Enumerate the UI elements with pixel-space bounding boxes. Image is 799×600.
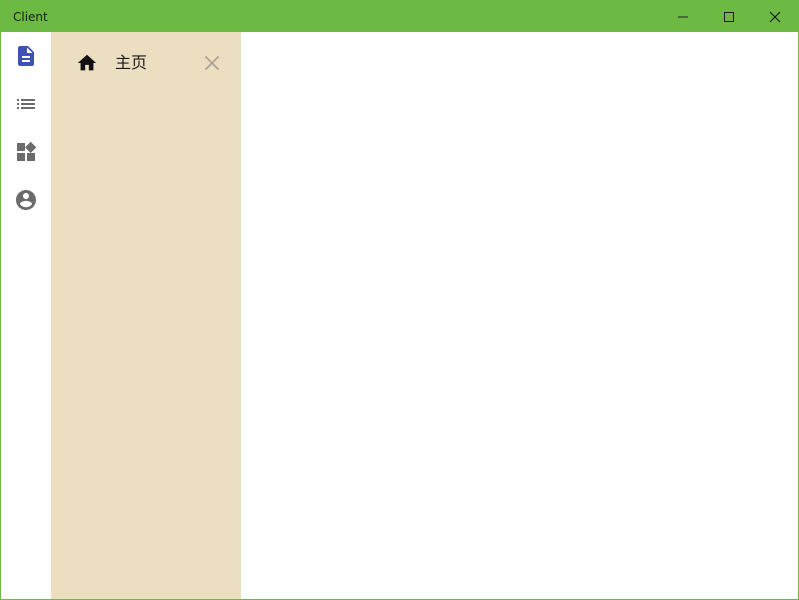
nav-item-widgets[interactable] [1,128,51,176]
title-bar[interactable]: Client [1,1,798,32]
close-icon [769,11,781,22]
list-icon [17,99,35,109]
drawer-item-home[interactable]: 主页 [51,32,241,94]
nav-item-list[interactable] [1,80,51,128]
window-title: Client [13,10,48,24]
minimize-button[interactable] [660,1,706,32]
document-icon [18,46,34,66]
maximize-button[interactable] [706,1,752,32]
close-tab-icon[interactable] [202,53,222,73]
app-window: Client 主页 [0,0,799,600]
maximize-icon [724,11,734,22]
main-content [241,32,798,599]
side-drawer: 主页 [51,32,241,599]
account-icon [16,190,36,210]
nav-item-document[interactable] [1,32,51,80]
nav-item-account[interactable] [1,176,51,224]
close-window-button[interactable] [752,1,798,32]
drawer-item-label: 主页 [115,53,148,72]
home-icon [77,54,97,71]
minimize-icon [678,16,688,17]
widgets-icon [17,141,37,161]
nav-rail [1,32,51,599]
